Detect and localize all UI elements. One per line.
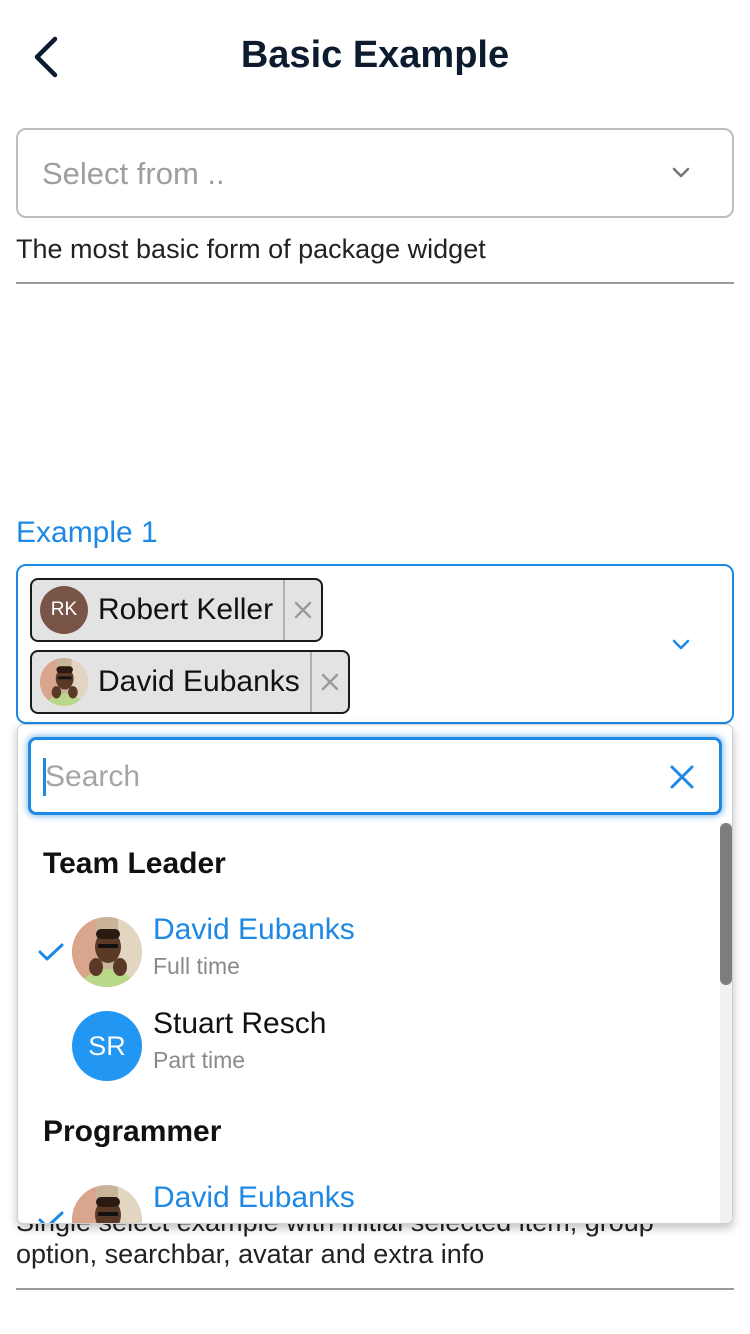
chip-david-eubanks: David Eubanks — [30, 650, 350, 714]
example1-label: Example 1 — [16, 516, 158, 549]
close-icon — [670, 765, 694, 789]
check-icon — [36, 937, 66, 967]
option-subtitle: Part time — [153, 1047, 246, 1073]
option-stuart-resch[interactable]: SR Stuart Resch Part time — [18, 1001, 718, 1091]
scrollbar-thumb[interactable] — [720, 823, 732, 985]
option-name: David Eubanks — [153, 913, 355, 946]
page-title: Basic Example — [240, 34, 510, 76]
avatar-initials: RK — [50, 599, 78, 620]
chip-remove-button[interactable] — [309, 652, 348, 712]
close-icon — [294, 601, 312, 619]
divider — [16, 282, 734, 284]
option-subtitle: Full time — [153, 953, 240, 979]
avatar — [72, 917, 142, 987]
search-bar[interactable] — [28, 737, 722, 815]
avatar: RK — [40, 586, 88, 634]
chip-label: Robert Keller — [98, 593, 274, 626]
basic-select-field[interactable]: Select from .. — [16, 128, 734, 218]
chevron-down-icon — [666, 630, 696, 660]
basic-description: The most basic form of package widget — [16, 234, 486, 264]
group-header-team-leader: Team Leader — [43, 847, 226, 880]
avatar: SR — [72, 1011, 142, 1081]
chip-robert-keller: RK Robert Keller — [30, 578, 324, 642]
avatar — [72, 1185, 142, 1223]
group-header-programmer: Programmer — [43, 1115, 222, 1148]
example1-select-field[interactable]: RK Robert Keller David Eubanks — [16, 564, 734, 724]
search-input[interactable] — [45, 750, 645, 804]
close-icon — [321, 673, 338, 691]
clear-search-button[interactable] — [663, 758, 701, 796]
app-bar: Basic Example — [0, 0, 750, 116]
avatar-initials: SR — [88, 1030, 126, 1061]
avatar — [40, 658, 88, 706]
option-name: Stuart Resch — [153, 1007, 327, 1040]
chevron-down-icon — [666, 158, 696, 188]
option-david-eubanks[interactable]: David Eubanks Full time — [18, 907, 718, 997]
dropdown-menu: Team Leader David Eubanks Full time SR — [17, 724, 733, 1224]
chip-label: David Eubanks — [98, 665, 300, 698]
option-name: David Eubanks — [153, 1181, 355, 1214]
basic-select-placeholder: Select from .. — [42, 156, 225, 191]
chip-remove-button[interactable] — [283, 580, 321, 640]
option-david-eubanks-programmer[interactable]: David Eubanks — [18, 1175, 718, 1223]
check-icon — [36, 1205, 66, 1223]
divider — [16, 1288, 734, 1290]
